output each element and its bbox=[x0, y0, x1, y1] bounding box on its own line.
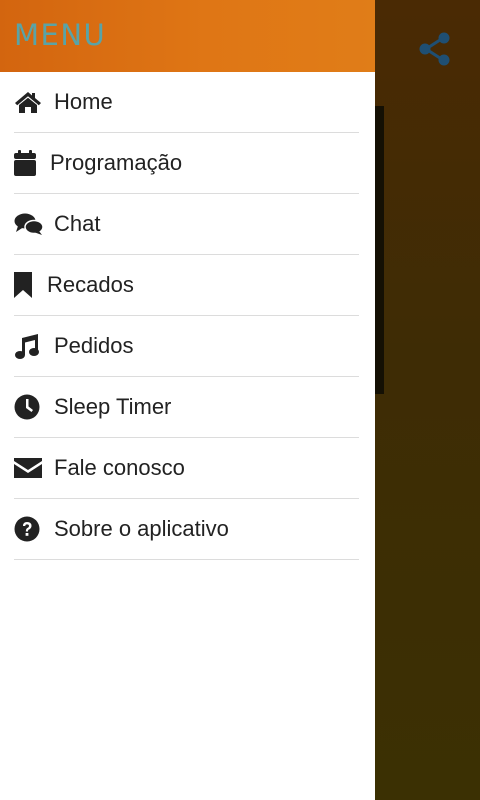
share-icon bbox=[419, 32, 450, 66]
menu-item-label: Home bbox=[54, 89, 113, 114]
chat-icon bbox=[14, 209, 44, 239]
menu-item-label: Programação bbox=[50, 150, 183, 175]
menu-item-chat[interactable]: Chat bbox=[14, 194, 359, 255]
calendar-icon bbox=[14, 148, 40, 178]
menu-item-home[interactable]: Home bbox=[14, 72, 359, 133]
drawer-header: MENU bbox=[0, 0, 375, 72]
background-bar bbox=[375, 106, 384, 394]
navigation-drawer: MENU Home Programação Chat Recados Pedid… bbox=[0, 0, 375, 800]
menu-item-label: Chat bbox=[54, 211, 101, 236]
envelope-icon bbox=[14, 453, 44, 483]
menu-item-sobre[interactable]: Sobre o aplicativo bbox=[14, 499, 359, 560]
drawer-title: MENU bbox=[14, 18, 107, 52]
menu-list: Home Programação Chat Recados Pedidos Sl… bbox=[0, 72, 375, 560]
menu-item-pedidos[interactable]: Pedidos bbox=[14, 316, 359, 377]
bookmark-icon bbox=[14, 270, 37, 300]
menu-item-sleep-timer[interactable]: Sleep Timer bbox=[14, 377, 359, 438]
menu-item-label: Recados bbox=[47, 272, 134, 297]
menu-item-recados[interactable]: Recados bbox=[14, 255, 359, 316]
menu-item-programacao[interactable]: Programação bbox=[14, 133, 359, 194]
menu-item-label: Pedidos bbox=[54, 333, 134, 358]
menu-item-label: Sobre o aplicativo bbox=[54, 516, 229, 541]
menu-item-label: Fale conosco bbox=[54, 455, 185, 480]
menu-item-fale-conosco[interactable]: Fale conosco bbox=[14, 438, 359, 499]
home-icon bbox=[14, 87, 44, 117]
share-button[interactable] bbox=[414, 28, 456, 70]
music-icon bbox=[14, 331, 44, 361]
question-icon bbox=[14, 514, 44, 544]
menu-item-label: Sleep Timer bbox=[54, 394, 172, 419]
clock-icon bbox=[14, 392, 44, 422]
